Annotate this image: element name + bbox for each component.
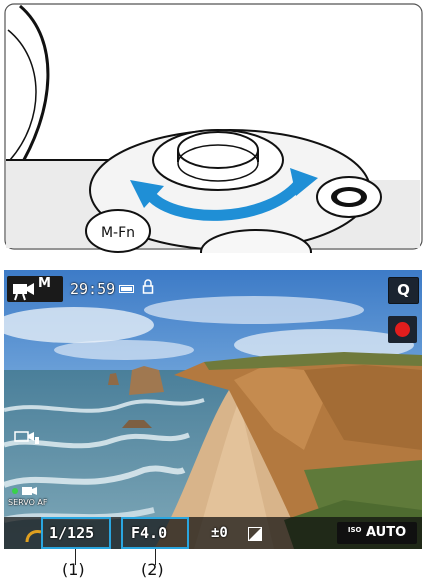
servo-af-indicator: SERVO AF [8,484,50,512]
iso-value: AUTO [366,525,407,540]
landscape-photo [4,270,422,549]
battery-icon [119,285,134,293]
quick-control-button[interactable]: Q [388,277,419,304]
shutter-speed-value[interactable]: 1/125 [49,524,94,542]
callout-1-label: (1) [62,560,85,579]
callout-2-label: (2) [141,560,164,579]
exposure-compensation-value[interactable]: ±0 [211,525,228,541]
camera-live-view-screen: M 29:59 Q SERVO AF 1/125 F4.0 ±0 ISO AUT… [4,270,422,549]
iso-setting[interactable]: ISO AUTO [337,522,417,544]
iso-label: ISO [347,526,362,534]
lock-icon [142,279,154,294]
exposure-compensation-icon [248,527,262,541]
servo-af-icon [12,487,37,495]
movie-digital-is-icon [14,431,39,444]
movie-camera-icon [13,283,34,301]
camera-dial-illustration: M-Fn [0,0,426,275]
servo-af-label: SERVO AF [8,498,48,507]
movie-mode-badge: M [7,276,63,302]
m-fn-button-label: M-Fn [101,225,135,241]
aperture-value[interactable]: F4.0 [131,524,167,542]
recording-time: 29:59 [70,280,116,298]
record-icon [395,322,410,337]
record-button[interactable] [388,316,417,343]
shooting-mode-label: M [38,276,51,291]
